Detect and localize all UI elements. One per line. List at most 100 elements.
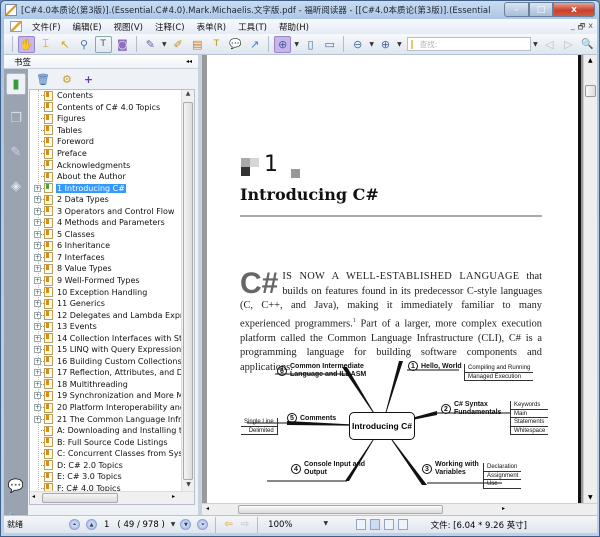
pen-icon[interactable]: ✎ xyxy=(142,36,159,53)
bookmark-item[interactable]: +18 Multithreading xyxy=(30,379,182,391)
bookmark-item[interactable]: +19 Synchronization and More Multithread… xyxy=(30,390,182,402)
binoculars-icon[interactable]: ⚲ xyxy=(75,36,92,53)
back-icon[interactable]: ⇦ xyxy=(224,519,232,530)
expand-icon[interactable]: + xyxy=(34,392,41,400)
expand-icon[interactable]: + xyxy=(34,380,41,388)
delete-bookmark-icon[interactable]: 🗑 xyxy=(36,73,50,86)
arrow-icon[interactable]: ↗ xyxy=(246,36,263,53)
expand-icon[interactable]: + xyxy=(34,323,41,331)
collapse-panel-icon[interactable]: ◂◂ xyxy=(186,58,192,65)
bookmark-item[interactable]: A: Downloading and Installing the C# Com… xyxy=(30,425,182,437)
bookmark-item[interactable]: About the Author xyxy=(30,171,182,183)
bookmark-item[interactable]: +12 Delegates and Lambda Expressions xyxy=(30,309,182,321)
single-page-view-icon[interactable] xyxy=(356,519,367,530)
find-icon[interactable]: 🔍 xyxy=(579,36,596,53)
bookmark-item[interactable]: Acknowledgments xyxy=(30,159,182,171)
bookmark-item[interactable]: Preface xyxy=(30,148,182,160)
doc-minimize-button[interactable]: _ xyxy=(571,21,575,35)
bookmark-item[interactable]: +16 Building Custom Collections xyxy=(30,356,182,368)
expand-icon[interactable]: + xyxy=(34,334,41,342)
doc-restore-button[interactable]: 🗗 xyxy=(578,21,586,35)
bookmark-item[interactable]: +13 Events xyxy=(30,321,182,333)
expand-icon[interactable]: + xyxy=(34,196,41,204)
bookmark-item[interactable]: +20 Platform Interoperability and Unsafe… xyxy=(30,402,182,414)
continuous-view-icon[interactable] xyxy=(370,519,381,530)
scroll-left-icon[interactable]: ◂ xyxy=(32,493,35,500)
zoom-out-dropdown-icon[interactable]: ▼ xyxy=(369,41,374,48)
expand-icon[interactable]: + xyxy=(34,311,41,319)
menu-view[interactable]: 视图(V) xyxy=(108,21,149,33)
bookmark-item[interactable]: +15 LINQ with Query Expressions xyxy=(30,344,182,356)
bookmark-item[interactable]: +21 The Common Language Infrastructure xyxy=(30,413,182,425)
bookmark-item[interactable]: +14 Collection Interfaces with Standard … xyxy=(30,332,182,344)
expand-icon[interactable]: + xyxy=(34,369,41,377)
scroll-right-icon[interactable]: ▸ xyxy=(172,493,175,500)
bookmark-horizontal-scrollbar[interactable]: ◂ ▸ xyxy=(30,491,194,504)
bookmark-item[interactable]: +11 Generics xyxy=(30,298,182,310)
document-vertical-scrollbar[interactable]: ▲ ▼ xyxy=(583,55,597,503)
expand-icon[interactable]: + xyxy=(34,265,41,273)
doc-scroll-right-icon[interactable]: ▸ xyxy=(502,505,505,512)
zoom-select[interactable]: 100% ▼ xyxy=(268,520,330,530)
minimize-button[interactable]: – xyxy=(504,2,529,17)
zoom-tool-icon[interactable]: ⊕ xyxy=(274,35,292,53)
layers-tab-icon[interactable]: ◈ xyxy=(6,175,26,197)
bookmark-item[interactable]: +5 Classes xyxy=(30,229,182,241)
doc-scroll-thumb[interactable] xyxy=(585,85,596,97)
bookmark-item[interactable]: Contents xyxy=(30,90,182,102)
bookmark-item[interactable]: +1 Introducing C# xyxy=(30,182,182,194)
bookmark-item[interactable]: +10 Exception Handling xyxy=(30,286,182,298)
expand-icon[interactable]: + xyxy=(34,277,41,285)
fit-page-icon[interactable]: ▯ xyxy=(302,36,319,53)
continuous-facing-view-icon[interactable] xyxy=(398,519,409,530)
expand-icon[interactable]: + xyxy=(34,219,41,227)
fit-width-icon[interactable]: ▭ xyxy=(321,36,338,53)
search-input[interactable]: 查找: xyxy=(406,37,532,51)
scroll-up-icon[interactable]: ▲ xyxy=(182,90,194,101)
document-horizontal-scrollbar[interactable]: ◂ ▸ xyxy=(202,503,597,515)
expand-icon[interactable]: + xyxy=(34,253,41,261)
menu-form[interactable]: 表单(R) xyxy=(191,21,233,33)
select-text-icon[interactable]: ⌶ xyxy=(37,36,54,53)
doc-close-button[interactable]: x xyxy=(588,21,593,35)
scroll-thumb[interactable] xyxy=(183,102,193,480)
bookmark-item[interactable]: B: Full Source Code Listings xyxy=(30,436,182,448)
doc-scroll-left-icon[interactable]: ◂ xyxy=(206,505,209,512)
zoom-out-icon[interactable]: ⊖ xyxy=(349,36,366,53)
textbox-icon[interactable]: T xyxy=(208,36,225,53)
expand-icon[interactable]: + xyxy=(34,404,41,412)
bookmark-item[interactable]: +4 Methods and Parameters xyxy=(30,217,182,229)
bookmark-item[interactable]: +9 Well-Formed Types xyxy=(30,275,182,287)
bookmark-vertical-scrollbar[interactable]: ▲ ▼ xyxy=(181,90,194,492)
hand-tool-icon[interactable]: ✋ xyxy=(17,35,36,53)
doc-scroll-down-icon[interactable]: ▼ xyxy=(588,494,593,501)
hscroll-thumb[interactable] xyxy=(42,493,118,503)
chat-tab-icon[interactable]: 💬 xyxy=(6,475,26,497)
pointer-icon[interactable]: ↖ xyxy=(56,36,73,53)
expand-icon[interactable]: + xyxy=(34,357,41,365)
bookmark-item[interactable]: Tables xyxy=(30,125,182,137)
comment-icon[interactable]: 💬 xyxy=(227,36,244,53)
bookmark-item[interactable]: Figures xyxy=(30,113,182,125)
forward-icon[interactable]: ⇨ xyxy=(241,519,249,530)
bookmark-item[interactable]: E: C# 3.0 Topics xyxy=(30,471,182,483)
expand-icon[interactable]: + xyxy=(34,300,41,308)
zoom-dropdown-icon[interactable]: ▼ xyxy=(324,520,329,530)
zoom-in-dropdown-icon[interactable]: ▼ xyxy=(397,41,402,48)
last-page-icon[interactable]: ⏷ xyxy=(197,519,209,530)
add-bookmark-icon[interactable]: + xyxy=(84,73,93,86)
menu-edit[interactable]: 编辑(E) xyxy=(67,21,108,33)
comments-tab-icon[interactable]: ✎ xyxy=(6,141,26,163)
bookmark-item[interactable]: +7 Interfaces xyxy=(30,252,182,264)
expand-icon[interactable]: + xyxy=(34,346,41,354)
pen-dropdown-icon[interactable]: ▼ xyxy=(162,41,167,48)
menu-file[interactable]: 文件(F) xyxy=(26,21,67,33)
menu-comment[interactable]: 注释(C) xyxy=(149,21,191,33)
first-page-icon[interactable]: ⏶ xyxy=(69,519,80,530)
bookmark-item[interactable]: +6 Inheritance xyxy=(30,240,182,252)
bookmark-item[interactable]: C: Concurrent Classes from System.Collec… xyxy=(30,448,182,460)
facing-view-icon[interactable] xyxy=(384,519,395,530)
note-icon[interactable]: ▤ xyxy=(189,36,206,53)
expand-icon[interactable]: + xyxy=(34,415,41,423)
zoom-in-icon[interactable]: ⊕ xyxy=(377,36,394,53)
